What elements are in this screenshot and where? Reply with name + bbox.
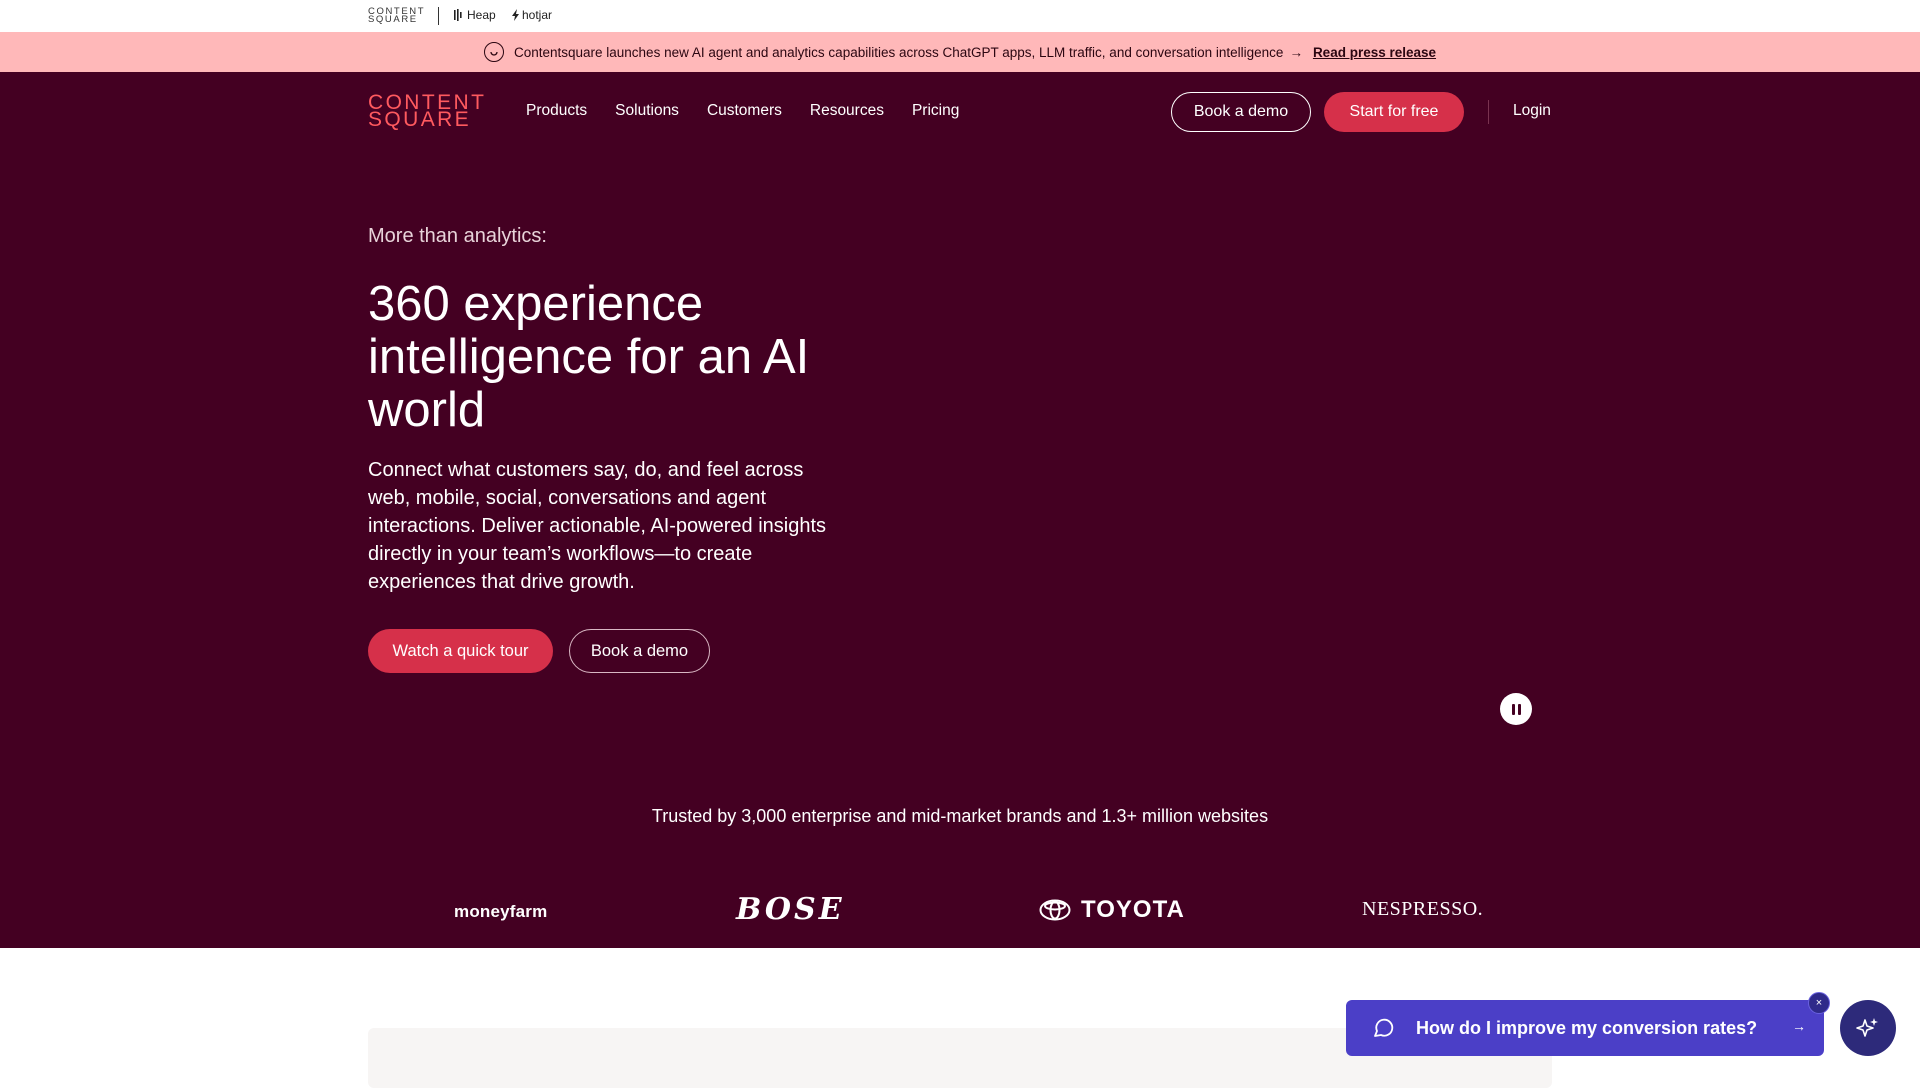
heap-icon: [454, 9, 462, 21]
chat-prompt-widget[interactable]: How do I improve my conversion rates? →: [1346, 1000, 1824, 1056]
pause-icon: [1511, 703, 1515, 715]
nav-divider: [1488, 100, 1489, 124]
login-link[interactable]: Login: [1513, 102, 1551, 120]
trusted-by-text: Trusted by 3,000 enterprise and mid-mark…: [651, 806, 1269, 826]
read-press-release-link[interactable]: Read press release: [1313, 45, 1436, 60]
hero-section: CONTENT SQUARE Products Solutions Custom…: [0, 72, 1920, 948]
chat-bubble-icon: [1370, 1015, 1396, 1041]
customer-logos: moneyfarm BOSE TOYOTA NESPRESSO.: [0, 888, 1920, 938]
heap-brand-logo[interactable]: Heap: [454, 8, 496, 22]
contentsquare-brand-logo[interactable]: CONTENT SQUARE: [368, 7, 425, 25]
main-nav: Products Solutions Customers Resources P…: [526, 102, 959, 120]
nav-item-products[interactable]: Products: [526, 102, 587, 120]
arrow-right-icon: →: [1289, 44, 1303, 60]
toyota-emblem-icon: [1039, 899, 1071, 921]
brand-divider: [438, 7, 439, 25]
pause-video-button[interactable]: [1500, 693, 1532, 725]
nav-item-resources[interactable]: Resources: [810, 102, 884, 120]
hotjar-brand-logo[interactable]: hotjar: [511, 8, 552, 22]
hero-headline: 360 experience intelligence for an AI wo…: [368, 277, 810, 437]
arrow-right-icon: →: [1792, 1018, 1806, 1034]
hero-subcopy: Connect what customers say, do, and feel…: [368, 459, 827, 593]
moneyfarm-logo: moneyfarm: [454, 902, 548, 921]
loading-circle-icon: [483, 42, 504, 62]
chat-question-text: How do I improve my conversion rates?: [1416, 1017, 1758, 1038]
ai-assistant-button[interactable]: [1840, 1000, 1896, 1056]
announcement-banner: Contentsquare launches new AI agent and …: [0, 32, 1920, 72]
bose-logo: BOSE: [736, 892, 845, 927]
hero-eyebrow: More than analytics:: [368, 225, 547, 247]
watch-quick-tour-button[interactable]: Watch a quick tour: [368, 629, 553, 673]
hotjar-icon: [512, 9, 519, 21]
brand-bar: CONTENT SQUARE Heap hotjar: [0, 0, 1920, 32]
header-book-demo-button[interactable]: Book a demo: [1171, 92, 1311, 132]
start-for-free-button[interactable]: Start for free: [1324, 92, 1464, 132]
close-chat-button[interactable]: ×: [1808, 992, 1830, 1014]
toyota-logo: TOYOTA: [1039, 896, 1185, 924]
nav-item-solutions[interactable]: Solutions: [615, 102, 679, 120]
nav-item-customers[interactable]: Customers: [707, 102, 782, 120]
announcement-text: Contentsquare launches new AI agent and …: [513, 44, 1284, 60]
sparkle-icon: [1856, 1018, 1878, 1037]
contentsquare-logo[interactable]: CONTENT SQUARE: [368, 92, 486, 130]
nav-item-pricing[interactable]: Pricing: [912, 102, 959, 120]
nespresso-logo: NESPRESSO.: [1362, 898, 1484, 920]
hero-book-demo-button[interactable]: Book a demo: [569, 629, 710, 673]
